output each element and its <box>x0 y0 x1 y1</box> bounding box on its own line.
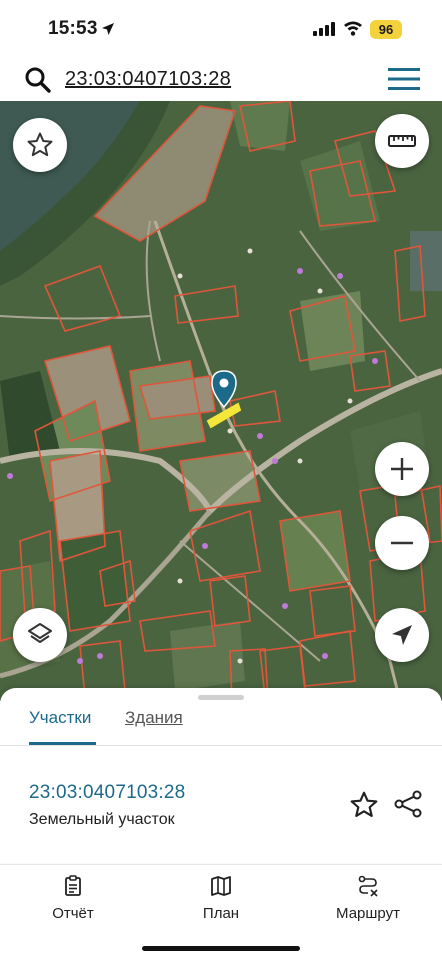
zoom-in-button[interactable] <box>375 442 429 496</box>
ruler-button[interactable] <box>375 114 429 168</box>
add-to-favorites-star-icon[interactable] <box>349 790 379 820</box>
tab-parcels[interactable]: Участки <box>29 708 91 728</box>
satellite-map[interactable] <box>0 101 442 701</box>
zoom-out-button[interactable] <box>375 516 429 570</box>
wifi-icon <box>344 21 362 36</box>
cadastral-number[interactable]: 23:03:0407103:28 <box>29 782 185 804</box>
nav-report[interactable]: Отчёт <box>18 875 128 922</box>
location-arrow-icon <box>102 23 114 35</box>
status-bar: 15:53 96 <box>0 0 442 58</box>
minus-icon <box>391 541 413 545</box>
nav-plan[interactable]: План <box>166 875 276 922</box>
layers-icon <box>28 623 52 643</box>
star-icon <box>27 132 53 157</box>
home-indicator <box>142 946 300 951</box>
nav-plan-label: План <box>202 905 240 922</box>
parcel-type-label: Земельный участок <box>29 811 175 828</box>
cellular-signal-icon <box>313 22 335 36</box>
route-icon <box>358 875 378 897</box>
sheet-drag-handle[interactable] <box>198 695 244 700</box>
hamburger-menu-icon[interactable] <box>388 68 420 90</box>
search-bar[interactable]: 23:03:0407103:28 <box>8 58 434 100</box>
favorite-map-button[interactable] <box>13 118 67 172</box>
bottom-sheet[interactable]: Участки Здания 23:03:0407103:28 Земельны… <box>0 688 442 863</box>
nav-route-label: Маршрут <box>336 905 400 922</box>
share-icon[interactable] <box>393 789 423 819</box>
navigation-arrow-icon <box>392 625 412 645</box>
ruler-icon <box>388 135 416 147</box>
map-icon <box>211 876 231 896</box>
battery-indicator: 96 <box>370 20 402 39</box>
tab-buildings[interactable]: Здания <box>125 708 183 728</box>
nav-report-label: Отчёт <box>52 905 94 922</box>
search-icon[interactable] <box>24 66 52 94</box>
bottom-navigation: Отчёт План Маршрут <box>0 864 442 960</box>
status-time: 15:53 <box>48 18 98 39</box>
nav-route[interactable]: Маршрут <box>313 875 423 922</box>
tab-divider <box>0 745 442 746</box>
search-input[interactable]: 23:03:0407103:28 <box>65 68 231 91</box>
clipboard-icon <box>65 875 81 896</box>
plus-icon <box>391 458 413 480</box>
layers-button[interactable] <box>13 608 67 662</box>
locate-me-button[interactable] <box>375 608 429 662</box>
map-view[interactable] <box>0 101 442 701</box>
